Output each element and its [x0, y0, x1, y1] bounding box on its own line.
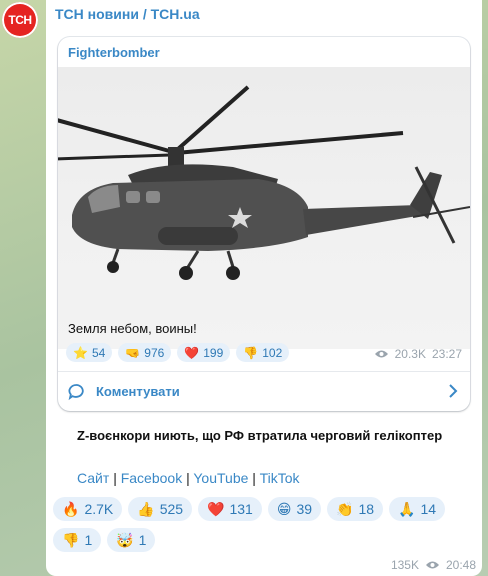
reaction-fire[interactable]: 🔥 2.7K — [53, 497, 123, 521]
star-icon: ⭐ — [73, 345, 88, 360]
thumbs-up-icon: 👍 — [137, 501, 155, 517]
pray-icon: 🙏 — [398, 501, 416, 517]
thumbs-down-icon: 👎 — [243, 345, 259, 360]
thumbs-down-icon: 👎 — [62, 532, 80, 548]
reaction-count: 2.7K — [84, 501, 114, 517]
helicopter-photo[interactable] — [58, 67, 470, 349]
link-separator: | — [252, 470, 260, 486]
message-time: 23:27 — [431, 347, 462, 361]
link-facebook[interactable]: Facebook — [121, 470, 182, 486]
comments-button[interactable]: Коментувати — [58, 371, 470, 411]
channel-avatar[interactable]: TCH — [2, 2, 38, 38]
forwarded-meta: 20.3K 23:27 — [374, 347, 462, 361]
reaction-count: 199 — [203, 345, 224, 360]
link-tiktok[interactable]: TikTok — [260, 470, 300, 486]
reaction-thumbs-down[interactable]: 👎 102 — [236, 343, 290, 362]
chevron-right-icon — [449, 384, 458, 398]
post-meta: 135K 20:48 — [391, 558, 476, 572]
post-reactions-row-1: 🔥 2.7K 👍 525 ❤️ 131 😁 39 👏 18 🙏 14 — [53, 497, 446, 521]
reaction-thumbs-down[interactable]: 👎 1 — [53, 528, 102, 552]
reaction-count: 1 — [138, 532, 147, 548]
reaction-count: 54 — [91, 345, 106, 360]
forwarded-message-card[interactable]: Fighterbomber Земля небом, воины! ⭐ 54 🤜… — [58, 37, 470, 411]
reaction-count: 14 — [420, 501, 437, 517]
reaction-fist[interactable]: 🤜 976 — [118, 343, 172, 362]
reaction-heart[interactable]: ❤️ 131 — [198, 497, 262, 521]
link-youtube[interactable]: YouTube — [193, 470, 248, 486]
message-time: 20:48 — [445, 558, 476, 572]
avatar-logo-text: TCH — [8, 13, 32, 27]
link-separator: | — [113, 470, 121, 486]
reaction-count: 1 — [84, 532, 93, 548]
forwarded-caption: Земля небом, воины! — [68, 321, 197, 336]
reaction-count: 525 — [159, 501, 184, 517]
views-count: 135K — [390, 558, 419, 572]
eye-icon — [425, 561, 439, 569]
forwarded-reactions: ⭐ 54 🤜 976 ❤️ 199 👎 102 — [66, 343, 290, 362]
channel-name[interactable]: ТСН новини / TCH.ua — [55, 6, 200, 22]
link-site[interactable]: Сайт — [77, 470, 109, 486]
heart-icon: ❤️ — [207, 501, 225, 517]
reaction-heart[interactable]: ❤️ 199 — [177, 343, 231, 362]
reaction-count: 39 — [296, 501, 313, 517]
reaction-count: 18 — [358, 501, 375, 517]
grin-icon: 😁 — [276, 501, 292, 517]
eye-icon — [374, 350, 388, 358]
comment-icon — [68, 383, 84, 400]
post-links: Сайт | Facebook | YouTube | TikTok — [77, 470, 300, 486]
forwarded-sender[interactable]: Fighterbomber — [68, 45, 160, 60]
reaction-thumbs-up[interactable]: 👍 525 — [128, 497, 193, 521]
reaction-count: 131 — [229, 501, 253, 517]
mind-blown-icon: 🤯 — [116, 532, 134, 548]
comments-label: Коментувати — [96, 384, 180, 399]
reaction-star[interactable]: ⭐ 54 — [66, 343, 113, 362]
heart-icon: ❤️ — [184, 345, 200, 360]
reaction-count: 102 — [262, 345, 283, 360]
reaction-pray[interactable]: 🙏 14 — [389, 497, 446, 521]
fist-icon: 🤜 — [125, 345, 141, 360]
reaction-count: 976 — [144, 345, 165, 360]
views-count: 20.3K — [394, 347, 426, 361]
helicopter-image — [58, 85, 470, 280]
post-text: Z-воєнкори ниють, що РФ втратила чергови… — [77, 428, 443, 443]
fire-icon: 🔥 — [62, 501, 80, 517]
post-reactions-row-2: 👎 1 🤯 1 — [53, 528, 156, 552]
reaction-clap[interactable]: 👏 18 — [327, 497, 384, 521]
clap-icon: 👏 — [336, 501, 354, 517]
reaction-mind-blown[interactable]: 🤯 1 — [107, 528, 156, 552]
reaction-grin[interactable]: 😁 39 — [267, 497, 322, 521]
